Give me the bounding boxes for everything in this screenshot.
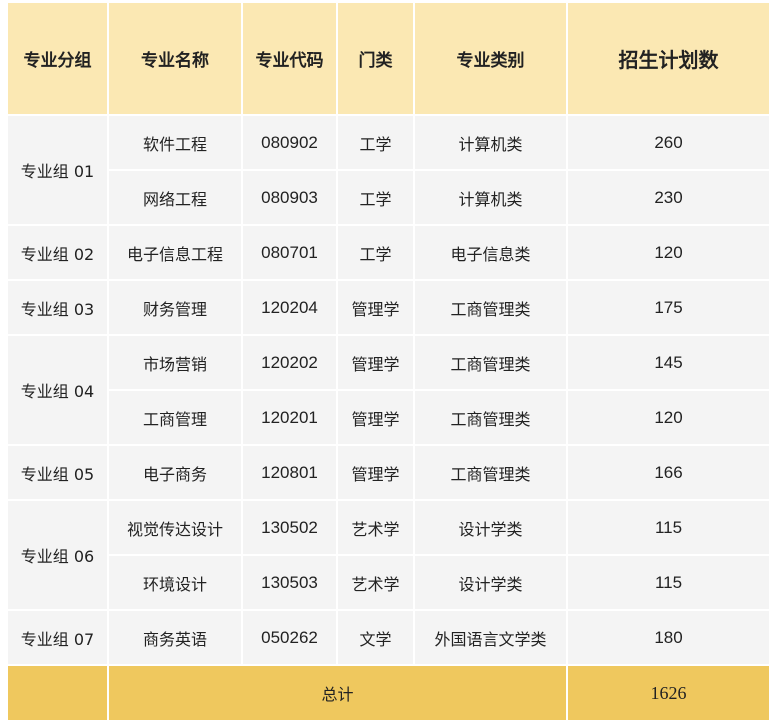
plan-count-cell: 175 xyxy=(568,281,769,336)
plan-count-cell: 115 xyxy=(568,556,769,611)
discipline-cell: 艺术学 xyxy=(338,501,413,556)
header-major-code: 专业代码 xyxy=(243,3,336,116)
header-group: 专业分组 xyxy=(8,3,107,116)
major-name-cell: 市场营销 xyxy=(109,336,241,391)
discipline-cell: 管理学 xyxy=(338,281,413,336)
major-type-cell: 设计学类 xyxy=(415,501,566,556)
table-row: 工商管理 120201 管理学 工商管理类 120 xyxy=(8,391,769,446)
group-cell: 专业组 01 xyxy=(8,116,107,226)
major-code-cell: 120202 xyxy=(243,336,336,391)
major-code-cell: 080902 xyxy=(243,116,336,171)
major-code-cell: 130502 xyxy=(243,501,336,556)
discipline-cell: 工学 xyxy=(338,226,413,281)
plan-count-cell: 115 xyxy=(568,501,769,556)
enrollment-plan-table: 专业分组 专业名称 专业代码 门类 专业类别 招生计划数 专业组 01 软件工程… xyxy=(6,3,771,720)
plan-count-cell: 180 xyxy=(568,611,769,666)
major-code-cell: 080701 xyxy=(243,226,336,281)
group-cell: 专业组 03 xyxy=(8,281,107,336)
total-label: 总计 xyxy=(109,666,566,720)
plan-count-cell: 120 xyxy=(568,226,769,281)
discipline-cell: 文学 xyxy=(338,611,413,666)
major-type-cell: 设计学类 xyxy=(415,556,566,611)
header-major-name: 专业名称 xyxy=(109,3,241,116)
header-discipline: 门类 xyxy=(338,3,413,116)
table-row: 专业组 02 电子信息工程 080701 工学 电子信息类 120 xyxy=(8,226,769,281)
plan-count-cell: 145 xyxy=(568,336,769,391)
group-cell: 专业组 07 xyxy=(8,611,107,666)
discipline-cell: 管理学 xyxy=(338,446,413,501)
major-name-cell: 电子信息工程 xyxy=(109,226,241,281)
table-row: 专业组 04 市场营销 120202 管理学 工商管理类 145 xyxy=(8,336,769,446)
major-name-cell: 财务管理 xyxy=(109,281,241,336)
major-name-cell: 商务英语 xyxy=(109,611,241,666)
table-row: 专业组 05 电子商务 120801 管理学 工商管理类 166 xyxy=(8,446,769,501)
major-type-cell: 电子信息类 xyxy=(415,226,566,281)
plan-count-cell: 230 xyxy=(568,171,769,226)
table-row: 专业组 07 商务英语 050262 文学 外国语言文学类 180 xyxy=(8,611,769,666)
major-code-cell: 120801 xyxy=(243,446,336,501)
major-type-cell: 工商管理类 xyxy=(415,336,566,391)
plan-count-cell: 260 xyxy=(568,116,769,171)
major-type-cell: 计算机类 xyxy=(415,116,566,171)
header-enrollment-plan: 招生计划数 xyxy=(568,3,769,116)
total-blank-cell xyxy=(8,666,107,720)
major-code-cell: 050262 xyxy=(243,611,336,666)
table-header-row: 专业分组 专业名称 专业代码 门类 专业类别 招生计划数 xyxy=(8,3,769,116)
major-code-cell: 130503 xyxy=(243,556,336,611)
major-code-cell: 120204 xyxy=(243,281,336,336)
group-cell: 专业组 06 xyxy=(8,501,107,611)
major-type-cell: 工商管理类 xyxy=(415,446,566,501)
enrollment-plan-table-container: 专业分组 专业名称 专业代码 门类 专业类别 招生计划数 专业组 01 软件工程… xyxy=(6,3,771,720)
major-type-cell: 外国语言文学类 xyxy=(415,611,566,666)
major-name-cell: 工商管理 xyxy=(109,391,241,446)
discipline-cell: 艺术学 xyxy=(338,556,413,611)
table-row: 专业组 01 软件工程 080902 工学 计算机类 260 xyxy=(8,116,769,226)
header-major-type: 专业类别 xyxy=(415,3,566,116)
table-row: 环境设计 130503 艺术学 设计学类 115 xyxy=(8,556,769,611)
table-row: 专业组 06 视觉传达设计 130502 艺术学 设计学类 115 xyxy=(8,501,769,611)
group-cell: 专业组 02 xyxy=(8,226,107,281)
total-value: 1626 xyxy=(568,666,769,720)
major-name-cell: 环境设计 xyxy=(109,556,241,611)
group-cell: 专业组 04 xyxy=(8,336,107,446)
major-name-cell: 网络工程 xyxy=(109,171,241,226)
total-row: 总计 1626 xyxy=(8,666,769,720)
major-type-cell: 计算机类 xyxy=(415,171,566,226)
table-row: 专业组 03 财务管理 120204 管理学 工商管理类 175 xyxy=(8,281,769,336)
plan-count-cell: 166 xyxy=(568,446,769,501)
table-row: 网络工程 080903 工学 计算机类 230 xyxy=(8,171,769,226)
major-type-cell: 工商管理类 xyxy=(415,391,566,446)
discipline-cell: 管理学 xyxy=(338,336,413,391)
major-name-cell: 电子商务 xyxy=(109,446,241,501)
major-name-cell: 软件工程 xyxy=(109,116,241,171)
plan-count-cell: 120 xyxy=(568,391,769,446)
group-cell: 专业组 05 xyxy=(8,446,107,501)
discipline-cell: 管理学 xyxy=(338,391,413,446)
discipline-cell: 工学 xyxy=(338,116,413,171)
major-code-cell: 080903 xyxy=(243,171,336,226)
discipline-cell: 工学 xyxy=(338,171,413,226)
major-code-cell: 120201 xyxy=(243,391,336,446)
major-name-cell: 视觉传达设计 xyxy=(109,501,241,556)
major-type-cell: 工商管理类 xyxy=(415,281,566,336)
